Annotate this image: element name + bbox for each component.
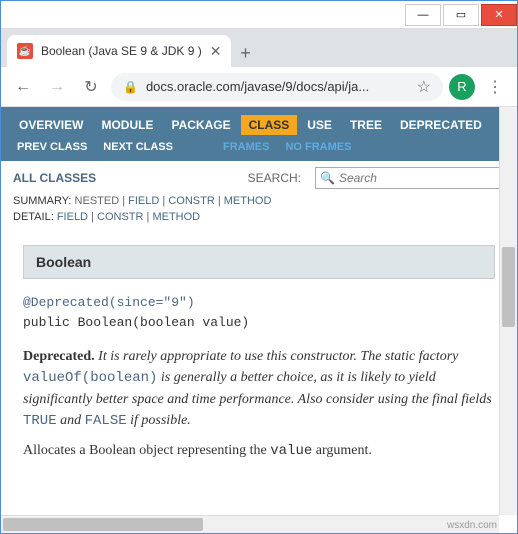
bookmark-star-icon[interactable]: ☆	[417, 77, 431, 97]
nav-primary-row: OVERVIEW MODULE PACKAGE CLASS USE TREE D…	[11, 115, 507, 135]
desc-code-value: value	[270, 443, 312, 459]
watermark: wsxdn.com	[447, 520, 497, 531]
scrollbar-thumb[interactable]	[502, 247, 515, 327]
detail-field-link[interactable]: FIELD	[57, 211, 88, 223]
desc-text-2: argument.	[312, 443, 372, 458]
valueof-link[interactable]: valueOf(boolean)	[23, 370, 157, 386]
nav-tree[interactable]: TREE	[342, 115, 390, 135]
search-input[interactable]	[339, 171, 496, 185]
address-bar: ← → ↻ 🔒 docs.oracle.com/javase/9/docs/ap…	[1, 67, 517, 107]
horizontal-scrollbar[interactable]	[1, 515, 499, 533]
window-minimize-button[interactable]: —	[405, 4, 441, 26]
all-classes-link[interactable]: ALL CLASSES	[13, 171, 96, 185]
browser-window: — ▭ ✕ ☕ Boolean (Java SE 9 & JDK 9 ) ✕ +…	[0, 0, 518, 534]
search-icon: 🔍	[320, 171, 335, 185]
forward-button[interactable]: →	[43, 73, 71, 101]
new-tab-button[interactable]: +	[231, 39, 259, 67]
url-text: docs.oracle.com/javase/9/docs/api/ja...	[146, 79, 409, 94]
deprecated-text-4: if possible.	[127, 413, 191, 428]
javadoc-top-nav: OVERVIEW MODULE PACKAGE CLASS USE TREE D…	[1, 107, 517, 161]
desc-text-1: Allocates a Boolean object representing …	[23, 443, 270, 458]
deprecated-text-1: It is rarely appropriate to use this con…	[95, 349, 459, 364]
search-box[interactable]: 🔍 ✕	[315, 167, 505, 189]
detail-row: DETAIL: FIELD | CONSTR | METHOD	[13, 209, 505, 225]
deprecated-heading: Deprecated.	[23, 349, 95, 364]
summary-label: SUMMARY:	[13, 195, 71, 207]
no-frames-link[interactable]: NO FRAMES	[279, 139, 357, 155]
profile-avatar[interactable]: R	[449, 74, 475, 100]
reload-button[interactable]: ↻	[77, 73, 105, 101]
search-label: SEARCH:	[248, 171, 301, 185]
description: Allocates a Boolean object representing …	[23, 440, 495, 462]
window-close-button[interactable]: ✕	[481, 4, 517, 26]
nav-deprecated[interactable]: DEPRECATED	[392, 115, 490, 135]
deprecation-note: Deprecated. It is rarely appropriate to …	[23, 346, 495, 432]
true-link[interactable]: TRUE	[23, 413, 57, 429]
oracle-favicon-icon: ☕	[17, 43, 33, 59]
summary-nested: NESTED	[75, 195, 120, 207]
scrollbar-thumb[interactable]	[3, 518, 203, 531]
javadoc-sub-nav: ALL CLASSES SEARCH: 🔍 ✕ SUMMARY: NESTED …	[1, 161, 517, 231]
doc-body: Boolean @Deprecated(since="9") public Bo…	[1, 231, 517, 476]
prev-class-link[interactable]: PREV CLASS	[11, 139, 93, 155]
nav-class[interactable]: CLASS	[241, 115, 298, 135]
next-class-link[interactable]: NEXT CLASS	[97, 139, 179, 155]
nav-use[interactable]: USE	[299, 115, 340, 135]
tab-title: Boolean (Java SE 9 & JDK 9 )	[41, 44, 202, 58]
nav-secondary-row: PREV CLASS NEXT CLASS FRAMES NO FRAMES	[11, 135, 507, 157]
summary-constr-link[interactable]: CONSTR	[168, 195, 214, 207]
summary-field-link[interactable]: FIELD	[128, 195, 159, 207]
nav-package[interactable]: PACKAGE	[163, 115, 238, 135]
summary-method-link[interactable]: METHOD	[224, 195, 272, 207]
vertical-scrollbar[interactable]	[499, 107, 517, 515]
signature-block: @Deprecated(since="9") public Boolean(bo…	[23, 293, 495, 332]
browser-tab[interactable]: ☕ Boolean (Java SE 9 & JDK 9 ) ✕	[7, 35, 231, 67]
detail-constr-link[interactable]: CONSTR	[97, 211, 143, 223]
window-maximize-button[interactable]: ▭	[443, 4, 479, 26]
summary-row: SUMMARY: NESTED | FIELD | CONSTR | METHO…	[13, 193, 505, 209]
url-box[interactable]: 🔒 docs.oracle.com/javase/9/docs/api/ja..…	[111, 73, 443, 101]
lock-icon: 🔒	[123, 80, 138, 94]
nav-module[interactable]: MODULE	[93, 115, 161, 135]
detail-method-link[interactable]: METHOD	[152, 211, 200, 223]
detail-label: DETAIL:	[13, 211, 54, 223]
deprecated-text-3: and	[57, 413, 85, 428]
page-content: OVERVIEW MODULE PACKAGE CLASS USE TREE D…	[1, 107, 517, 533]
nav-overview[interactable]: OVERVIEW	[11, 115, 91, 135]
tab-close-icon[interactable]: ✕	[210, 43, 222, 60]
deprecated-annotation: @Deprecated(since="9")	[23, 295, 195, 310]
window-titlebar: — ▭ ✕	[1, 1, 517, 29]
back-button[interactable]: ←	[9, 73, 37, 101]
tab-bar: ☕ Boolean (Java SE 9 & JDK 9 ) ✕ +	[1, 29, 517, 67]
member-header: Boolean	[23, 245, 495, 279]
constructor-signature: public Boolean(boolean value)	[23, 315, 249, 330]
menu-dots-icon[interactable]: ⋮	[481, 77, 509, 97]
false-link[interactable]: FALSE	[85, 413, 127, 429]
frames-link[interactable]: FRAMES	[217, 139, 275, 155]
